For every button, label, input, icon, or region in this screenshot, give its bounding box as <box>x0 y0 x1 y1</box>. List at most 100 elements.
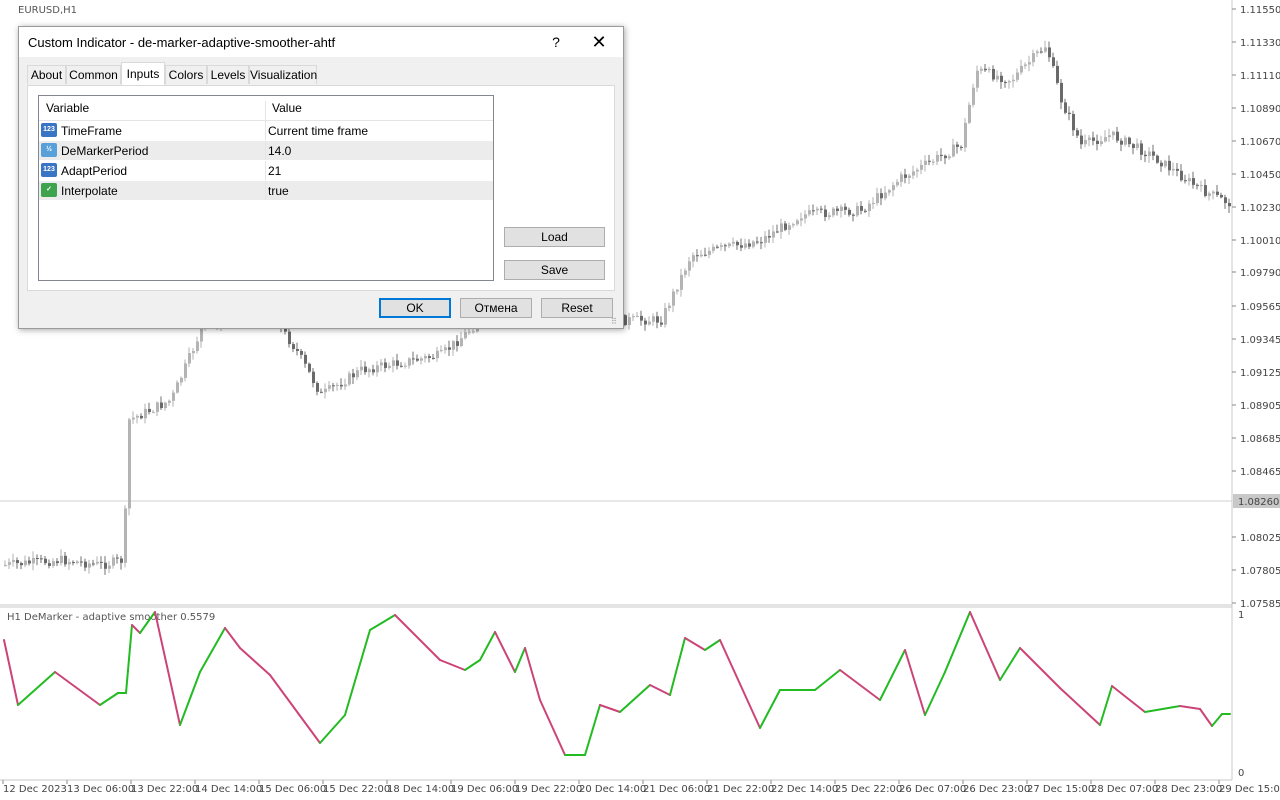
candle-body <box>764 236 767 243</box>
time-label: 27 Dec 15:00 <box>1027 784 1094 795</box>
candle-body <box>872 203 875 205</box>
candle-body <box>104 562 107 569</box>
candle-body <box>112 557 115 566</box>
candle-body <box>356 370 359 378</box>
column-value[interactable]: Value <box>272 101 302 115</box>
time-label: 21 Dec 06:00 <box>643 784 710 795</box>
candle-body <box>1088 137 1091 141</box>
candle-body <box>1000 75 1003 83</box>
price-label: 1.08465 <box>1240 467 1280 478</box>
candle-body <box>320 391 323 393</box>
candle-body <box>24 560 27 566</box>
price-label: 1.08905 <box>1240 401 1280 412</box>
candle-body <box>1060 82 1063 103</box>
save-button[interactable]: Save <box>504 260 605 280</box>
load-button[interactable]: Load <box>504 227 605 247</box>
candle-body <box>288 331 291 345</box>
indicator-segment <box>17 671 56 706</box>
candle-body <box>52 561 55 566</box>
candle-body <box>876 193 879 204</box>
tab-colors[interactable]: Colors <box>165 65 207 84</box>
candle-body <box>1096 140 1099 145</box>
variable-name: DeMarkerPeriod <box>61 144 149 158</box>
variable-value[interactable]: 21 <box>268 164 281 178</box>
candle-body <box>896 181 899 186</box>
close-icon[interactable]: ✕ <box>587 31 611 53</box>
time-label: 14 Dec 14:00 <box>195 784 262 795</box>
help-button[interactable]: ? <box>545 31 567 53</box>
candle-body <box>352 373 355 378</box>
indicator-segment <box>125 624 133 694</box>
candle-body <box>704 254 707 256</box>
candle-body <box>668 305 671 309</box>
input-row-adaptperiod[interactable]: 123 AdaptPeriod 21 <box>39 161 493 181</box>
candle-body <box>84 561 87 568</box>
candle-body <box>856 206 859 216</box>
time-label: 15 Dec 22:00 <box>323 784 390 795</box>
candle-body <box>1208 193 1211 196</box>
resize-grip-icon[interactable]: ⠿ <box>611 317 617 326</box>
indicator-segment <box>514 647 526 673</box>
candle-body <box>680 274 683 290</box>
variable-value[interactable]: Current time frame <box>268 124 368 138</box>
time-label: 22 Dec 14:00 <box>771 784 838 795</box>
candle-body <box>1196 184 1199 186</box>
reset-button[interactable]: Reset <box>541 298 613 318</box>
tab-inputs[interactable]: Inputs <box>121 62 165 85</box>
candle-body <box>808 210 811 215</box>
candle-body <box>636 315 639 317</box>
candle-body <box>1080 135 1083 145</box>
candle-body <box>48 563 51 566</box>
dialog-titlebar[interactable]: Custom Indicator - de-marker-adaptive-sm… <box>19 27 623 57</box>
tab-about[interactable]: About <box>27 65 66 84</box>
candle-body <box>852 214 855 216</box>
input-row-demarkerperiod[interactable]: ½ DeMarkerPeriod 14.0 <box>39 141 493 161</box>
tab-common[interactable]: Common <box>66 65 121 84</box>
candle-body <box>148 408 151 413</box>
indicator-segment <box>179 671 201 726</box>
candle-body <box>740 245 743 248</box>
variable-name: TimeFrame <box>61 124 122 138</box>
candle-body <box>464 332 467 339</box>
indicator-segment <box>464 659 481 671</box>
candle-body <box>196 341 199 352</box>
cancel-button[interactable]: Отмена <box>460 298 532 318</box>
tab-visualization[interactable]: Visualization <box>249 65 317 84</box>
indicator-segment <box>649 684 671 696</box>
indicator-segment <box>969 611 1001 681</box>
input-row-interpolate[interactable]: ✓ Interpolate true <box>39 181 493 201</box>
candle-body <box>380 362 383 366</box>
candle-body <box>1160 162 1163 167</box>
variable-value[interactable]: 14.0 <box>268 144 291 158</box>
indicator-segment <box>1059 687 1101 726</box>
candle-body <box>392 360 395 366</box>
candle-body <box>788 225 791 230</box>
candle-body <box>728 243 731 247</box>
candle-body <box>8 562 11 565</box>
candle-body <box>1020 66 1023 73</box>
candle-body <box>408 358 411 366</box>
candle-body <box>1008 81 1011 83</box>
candle-body <box>468 331 471 333</box>
candle-body <box>1136 143 1139 148</box>
tab-levels[interactable]: Levels <box>207 65 249 84</box>
candle-body <box>812 210 815 212</box>
integer-icon: 123 <box>41 123 57 137</box>
candle-body <box>296 349 299 351</box>
candle-body <box>940 154 943 156</box>
input-row-timeframe[interactable]: 123 TimeFrame Current time frame <box>39 121 493 141</box>
candle-body <box>444 347 447 351</box>
candle-body <box>300 350 303 355</box>
variable-value[interactable]: true <box>268 184 289 198</box>
candle-body <box>1152 151 1155 156</box>
candle-body <box>32 558 35 564</box>
candle-body <box>780 223 783 233</box>
candle-body <box>428 356 431 358</box>
candle-body <box>164 402 167 409</box>
candle-body <box>60 555 63 564</box>
column-variable[interactable]: Variable <box>46 101 89 115</box>
candle-body <box>360 366 363 371</box>
ok-button[interactable]: OK <box>379 298 451 318</box>
candle-body <box>16 560 19 564</box>
candle-body <box>820 208 823 210</box>
